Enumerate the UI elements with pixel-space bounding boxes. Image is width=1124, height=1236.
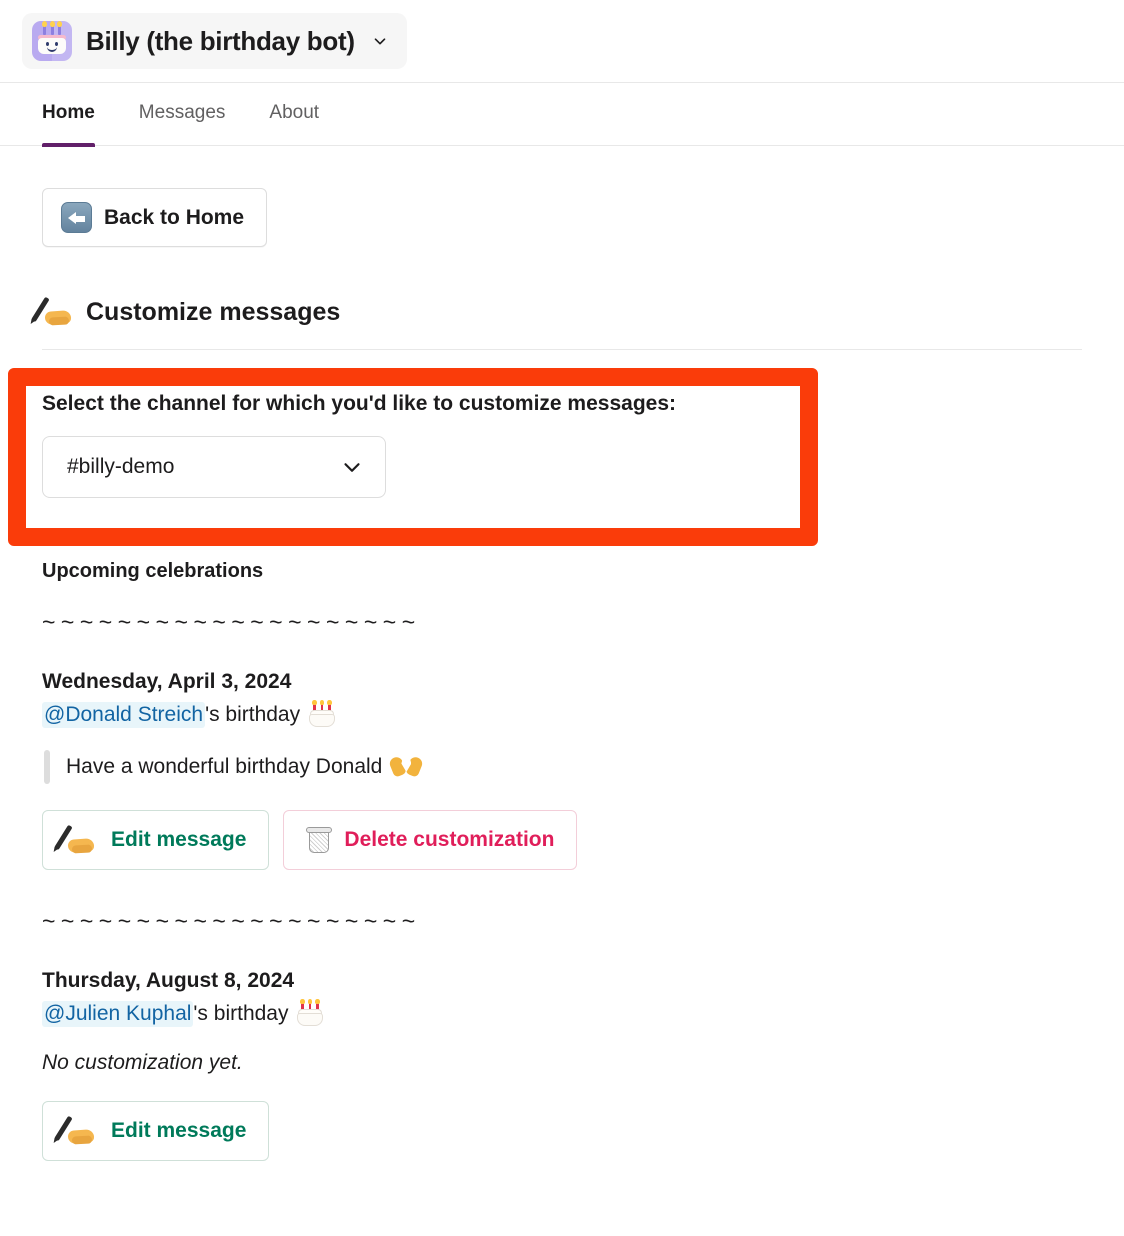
entry-actions: Edit message Delete customization [42,810,1082,870]
user-mention[interactable]: @Donald Streich [42,702,206,728]
tilde-divider: ~~~~~~~~~~~~~~~~~~~~ [42,609,421,635]
channel-picker-label: Select the channel for which you'd like … [42,392,676,415]
page-title: Customize messages [31,296,1082,327]
edit-message-label: Edit message [111,1119,247,1142]
celebration-person-line: @Julien Kuphal 's birthday [42,999,1082,1027]
celebration-date: Thursday, August 8, 2024 [42,969,295,992]
chevron-down-icon [339,454,365,480]
delete-customization-button[interactable]: Delete customization [283,810,578,870]
back-to-home-label: Back to Home [104,205,245,229]
channel-picker-group: Select the channel for which you'd like … [42,392,802,498]
chevron-down-icon[interactable] [371,32,389,50]
wastebasket-icon [306,826,333,854]
writing-hand-icon [54,824,99,855]
tab-about[interactable]: About [269,82,319,146]
entry-actions: Edit message [42,1101,1082,1161]
edit-message-button[interactable]: Edit message [42,810,270,870]
birthday-cake-icon [296,999,324,1027]
app-header: Billy (the birthday bot) [0,0,1124,82]
celebration-entry: Thursday, August 8, 2024 @Julien Kuphal … [42,969,1082,1161]
writing-hand-icon [54,1115,99,1146]
edit-message-label: Edit message [111,828,247,851]
app-title-chip[interactable]: Billy (the birthday bot) [22,13,407,69]
celebration-date: Wednesday, April 3, 2024 [42,670,292,693]
page-title-text: Customize messages [86,297,341,326]
tilde-divider: ~~~~~~~~~~~~~~~~~~~~ [42,908,421,934]
tab-bar: Home Messages About [0,82,1124,147]
section-divider [42,349,1082,350]
edit-message-button[interactable]: Edit message [42,1101,270,1161]
channel-select[interactable]: #billy-demo [42,436,386,498]
tab-home[interactable]: Home [42,82,95,147]
app-title: Billy (the birthday bot) [86,25,355,56]
custom-message-quote: Have a wonderful birthday Donald [42,750,1082,784]
tab-messages[interactable]: Messages [139,82,226,146]
celebration-suffix: 's birthday [193,1002,289,1025]
celebration-entry: Wednesday, April 3, 2024 @Donald Streich… [42,670,1082,870]
delete-customization-label: Delete customization [344,828,555,851]
upcoming-celebrations-section: Upcoming celebrations ~~~~~~~~~~~~~~~~~~… [42,560,1082,1161]
upcoming-celebrations-heading: Upcoming celebrations [42,560,264,582]
main-content: Back to Home Customize messages [0,146,1124,350]
no-customization-text: No customization yet. [42,1051,243,1074]
quote-bar [44,750,50,784]
custom-message-text: Have a wonderful birthday Donald [66,755,383,778]
birthday-cake-icon [308,700,336,728]
celebration-suffix: 's birthday [205,703,301,726]
writing-hand-icon [31,296,76,327]
heart-hands-icon [388,755,425,779]
left-arrow-icon [61,202,92,233]
birthday-cake-app-icon [32,21,72,61]
celebration-person-line: @Donald Streich 's birthday [42,700,1082,728]
back-to-home-button[interactable]: Back to Home [42,188,268,247]
user-mention[interactable]: @Julien Kuphal [42,1001,194,1027]
channel-select-value: #billy-demo [67,455,175,478]
custom-message-text-wrap: Have a wonderful birthday Donald [66,755,425,779]
